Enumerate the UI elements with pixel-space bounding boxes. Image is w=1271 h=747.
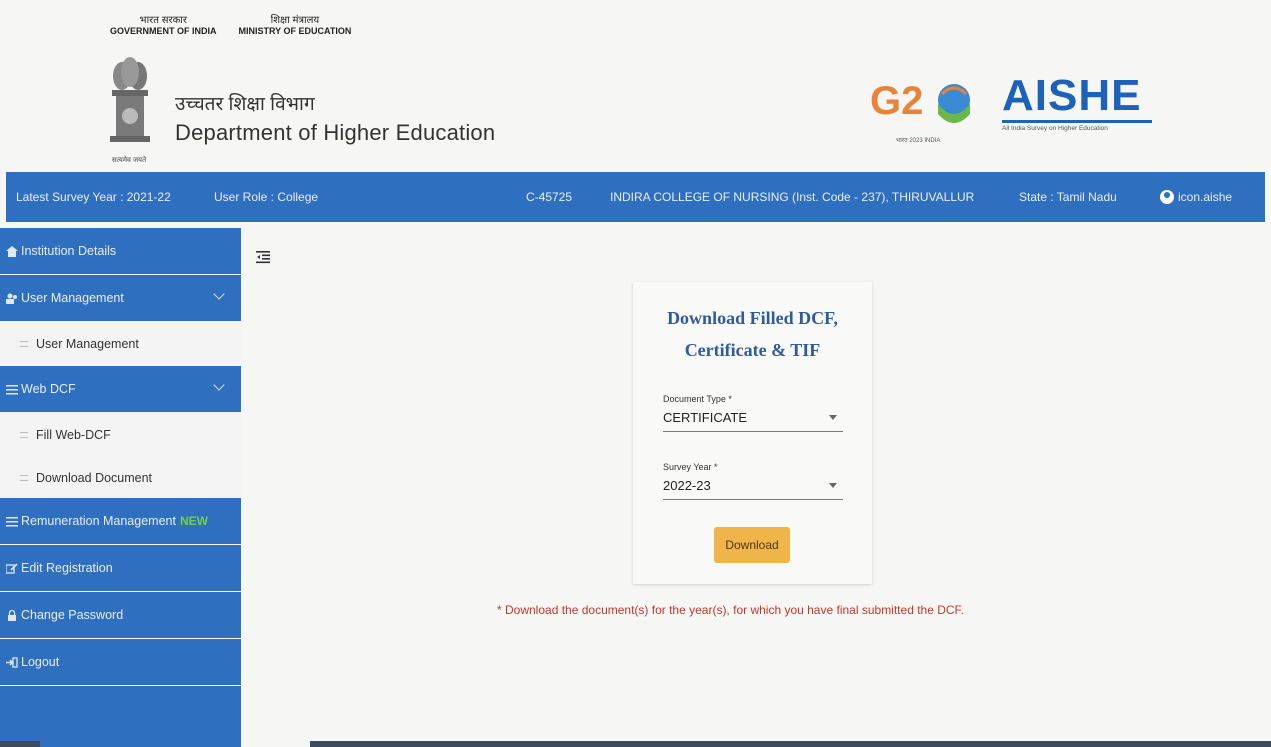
sidebar-item-download-document[interactable]: Download Document bbox=[0, 455, 241, 501]
bottom-strip bbox=[310, 741, 1271, 747]
sidebar-label: Download Document bbox=[36, 471, 153, 485]
survey-year-selected: 2022-23 bbox=[663, 478, 711, 493]
sidebar-item-fill-web-dcf[interactable]: Fill Web-DCF bbox=[0, 412, 241, 458]
list-icon bbox=[20, 341, 28, 347]
ministry-hindi: शिक्षा मंत्रालय bbox=[270, 15, 320, 26]
gov-block: भारत सरकार GOVERNMENT OF INDIA bbox=[110, 12, 217, 36]
document-type-label: Document Type * bbox=[663, 394, 732, 404]
document-type-selected: CERTIFICATE bbox=[663, 410, 748, 425]
sidebar-label: User Management bbox=[21, 291, 124, 305]
svg-text:G2: G2 bbox=[870, 79, 923, 123]
department-hindi: उच्चतर शिक्षा विभाग bbox=[175, 94, 315, 115]
info-bar: Latest Survey Year : 2021-22 User Role :… bbox=[6, 172, 1265, 222]
logout-icon bbox=[6, 656, 18, 668]
card-title-line1: Download Filled DCF, bbox=[667, 308, 838, 328]
gov-hindi: भारत सरकार bbox=[139, 15, 187, 26]
ministry-block: शिक्षा मंत्रालय MINISTRY OF EDUCATION bbox=[239, 12, 352, 36]
user-icon bbox=[1160, 190, 1174, 204]
sidebar-label: Remuneration Management bbox=[21, 514, 176, 528]
sidebar-item-user-management-sub[interactable]: User Management bbox=[0, 321, 241, 367]
sidebar-item-user-management[interactable]: User Management bbox=[0, 275, 241, 321]
download-note: * Download the document(s) for the year(… bbox=[497, 603, 964, 617]
sidebar-label: Institution Details bbox=[21, 244, 117, 258]
sidebar-footer bbox=[0, 686, 241, 747]
survey-year-label: Latest Survey Year : 2021-22 bbox=[16, 190, 171, 204]
institution-name: INDIRA COLLEGE OF NURSING (Inst. Code - … bbox=[610, 190, 975, 204]
edit-icon bbox=[6, 562, 18, 574]
dropdown-arrow-icon bbox=[829, 483, 837, 488]
aishe-underline bbox=[1002, 120, 1152, 123]
card-title-line2: Certificate & TIF bbox=[684, 340, 821, 360]
emblem-caption: सत्यमेव जयते bbox=[112, 157, 147, 164]
download-button[interactable]: Download bbox=[714, 527, 790, 563]
user-menu[interactable]: icon.aishe bbox=[1160, 190, 1232, 204]
lock-icon bbox=[8, 609, 16, 621]
sidebar-label: User Management bbox=[36, 337, 139, 351]
state-label: State : Tamil Nadu bbox=[1019, 190, 1117, 204]
survey-year-label: Survey Year * bbox=[663, 462, 718, 472]
list-icon bbox=[20, 432, 28, 438]
sidebar-label: Change Password bbox=[21, 608, 124, 622]
department-english: Department of Higher Education bbox=[175, 120, 496, 145]
gov-english: GOVERNMENT OF INDIA bbox=[110, 26, 217, 36]
menu-icon bbox=[6, 516, 18, 526]
document-type-select[interactable]: Document Type * CERTIFICATE bbox=[663, 394, 843, 432]
survey-year-select[interactable]: Survey Year * 2022-23 bbox=[663, 462, 843, 500]
sidebar-label: Logout bbox=[21, 655, 60, 669]
sidebar-item-edit-registration[interactable]: Edit Registration bbox=[0, 545, 241, 591]
aishe-logo: AISHE All India Survey on Higher Educati… bbox=[1002, 74, 1152, 132]
sidebar-item-change-password[interactable]: Change Password bbox=[0, 592, 241, 638]
sidebar-item-institution-details[interactable]: Institution Details bbox=[0, 228, 241, 274]
sidebar-item-web-dcf[interactable]: Web DCF bbox=[0, 366, 241, 412]
bottom-strip bbox=[0, 741, 40, 747]
chevron-down-icon bbox=[213, 288, 225, 300]
ministry-english: MINISTRY OF EDUCATION bbox=[238, 26, 352, 36]
username: icon.aishe bbox=[1178, 190, 1233, 204]
download-card: Download Filled DCF, Certificate & TIF D… bbox=[633, 282, 872, 584]
aishe-wordmark: AISHE bbox=[1002, 71, 1142, 120]
gov-header: भारत सरकार GOVERNMENT OF INDIA शिक्षा मं… bbox=[110, 12, 351, 36]
user-role-label: User Role : College bbox=[214, 190, 319, 204]
sidebar-label: Web DCF bbox=[21, 382, 76, 396]
sidebar: Institution Details User Management User… bbox=[0, 228, 241, 747]
chevron-down-icon bbox=[213, 379, 225, 391]
sidebar-toggle-icon[interactable] bbox=[256, 250, 270, 264]
svg-text:भारत 2023 INDIA: भारत 2023 INDIA bbox=[896, 138, 940, 144]
menu-icon bbox=[6, 384, 18, 394]
page: भारत सरकार GOVERNMENT OF INDIA शिक्षा मं… bbox=[0, 0, 1271, 747]
survey-year-value[interactable]: 2022-23 bbox=[663, 478, 843, 500]
new-badge: NEW bbox=[179, 514, 208, 528]
aishe-subtitle: All India Survey on Higher Education bbox=[1002, 125, 1108, 132]
document-type-value[interactable]: CERTIFICATE bbox=[663, 410, 843, 432]
sidebar-item-logout[interactable]: Logout bbox=[0, 639, 241, 685]
department-title: उच्चतर शिक्षा विभाग Department of Higher… bbox=[175, 90, 495, 146]
college-code: C-45725 bbox=[526, 190, 573, 204]
sidebar-item-remuneration[interactable]: Remuneration Management NEW bbox=[0, 498, 241, 544]
card-title: Download Filled DCF, Certificate & TIF bbox=[633, 302, 872, 366]
sidebar-label: Fill Web-DCF bbox=[36, 428, 111, 442]
users-icon bbox=[6, 293, 17, 304]
dropdown-arrow-icon bbox=[829, 415, 837, 420]
national-emblem-icon bbox=[110, 57, 150, 142]
list-icon bbox=[20, 475, 28, 481]
g20-logo-icon: G2 भारत 2023 INDIA bbox=[870, 79, 970, 144]
sidebar-label: Edit Registration bbox=[21, 561, 113, 575]
home-icon bbox=[6, 245, 18, 257]
